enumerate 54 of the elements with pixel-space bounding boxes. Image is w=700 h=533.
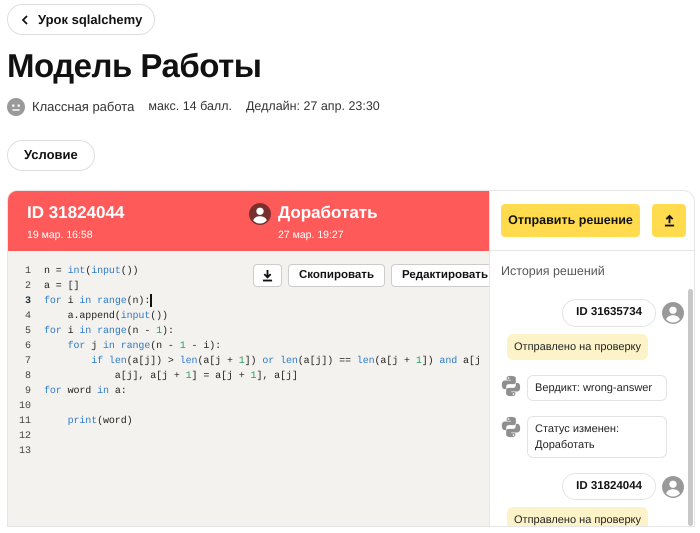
upload-icon: [664, 214, 674, 226]
history-title: История решений: [500, 262, 606, 280]
line-number: 9: [24, 384, 31, 398]
send-solution-button[interactable]: Отправить решение: [501, 204, 640, 236]
max-score: макс. 14 балл.: [148, 98, 232, 116]
back-button[interactable]: Урок sqlalchemy: [7, 4, 156, 35]
status-note: Отправлено на проверку: [507, 334, 648, 360]
condition-button[interactable]: Условие: [7, 140, 95, 170]
code-line: a[j], a[j + 1] = a[j + 1], a[j]: [114, 370, 298, 384]
code-line: for j in range(n - 1 - i):: [66, 340, 222, 354]
status-note: Отправлено на проверку: [507, 507, 648, 526]
page-title: Модель Работы: [7, 46, 262, 86]
line-number: 7: [24, 354, 31, 368]
message-bubble: Статус изменен: Доработать: [527, 416, 667, 458]
line-number: 8: [24, 370, 31, 384]
deadline: Дедлайн: 27 апр. 23:30: [246, 98, 380, 116]
line-number: 11: [18, 414, 31, 428]
line-number: 2: [24, 280, 31, 294]
code-line: for i in range(n):: [44, 294, 152, 308]
line-number: 13: [18, 444, 31, 458]
upload-button[interactable]: [652, 204, 686, 236]
code-line: for i in range(n - 1):: [44, 324, 174, 338]
user-avatar-icon: [662, 302, 684, 324]
work-type: Классная работа: [32, 98, 134, 116]
code-line: for word in a:: [44, 384, 127, 398]
code-line: print(word): [66, 414, 133, 428]
submission-id-chip[interactable]: ID 31635734: [562, 299, 656, 326]
submission-id-chip[interactable]: ID 31824044: [562, 473, 656, 500]
line-number: 1: [24, 264, 31, 278]
submission-date: 19 мар. 16:58: [27, 228, 94, 242]
status-label: Доработать: [278, 202, 378, 224]
message-bubble: Вердикт: wrong-answer: [527, 375, 667, 401]
edit-button[interactable]: Редактировать: [391, 264, 489, 286]
python-logo-icon: [500, 416, 522, 438]
code-line: a = []: [44, 280, 80, 294]
line-number: 12: [18, 430, 31, 444]
code-line: if len(a[j]) > len(a[j + 1]) or len(a[j]) == len(a[j + 1]) and a[j: [90, 354, 481, 368]
user-avatar-icon: [249, 202, 271, 224]
code-line: a.append(input()): [66, 310, 168, 324]
python-logo-icon: [500, 375, 522, 397]
meh-face-icon: [7, 98, 25, 116]
line-number: 6: [24, 340, 31, 354]
line-number: 5: [24, 324, 31, 338]
line-number: 4: [24, 310, 31, 324]
status-date: 27 мар. 19:27: [278, 228, 345, 242]
chevron-left-icon: [20, 14, 30, 24]
copy-button[interactable]: Скопировать: [288, 264, 386, 286]
submission-id: ID 31824044: [27, 202, 126, 224]
download-icon: [262, 268, 273, 282]
line-number: 10: [18, 400, 31, 414]
user-avatar-icon: [662, 476, 684, 498]
download-button[interactable]: [253, 264, 282, 286]
code-line: n = int(input()): [44, 264, 138, 278]
line-number: 3: [24, 294, 31, 308]
